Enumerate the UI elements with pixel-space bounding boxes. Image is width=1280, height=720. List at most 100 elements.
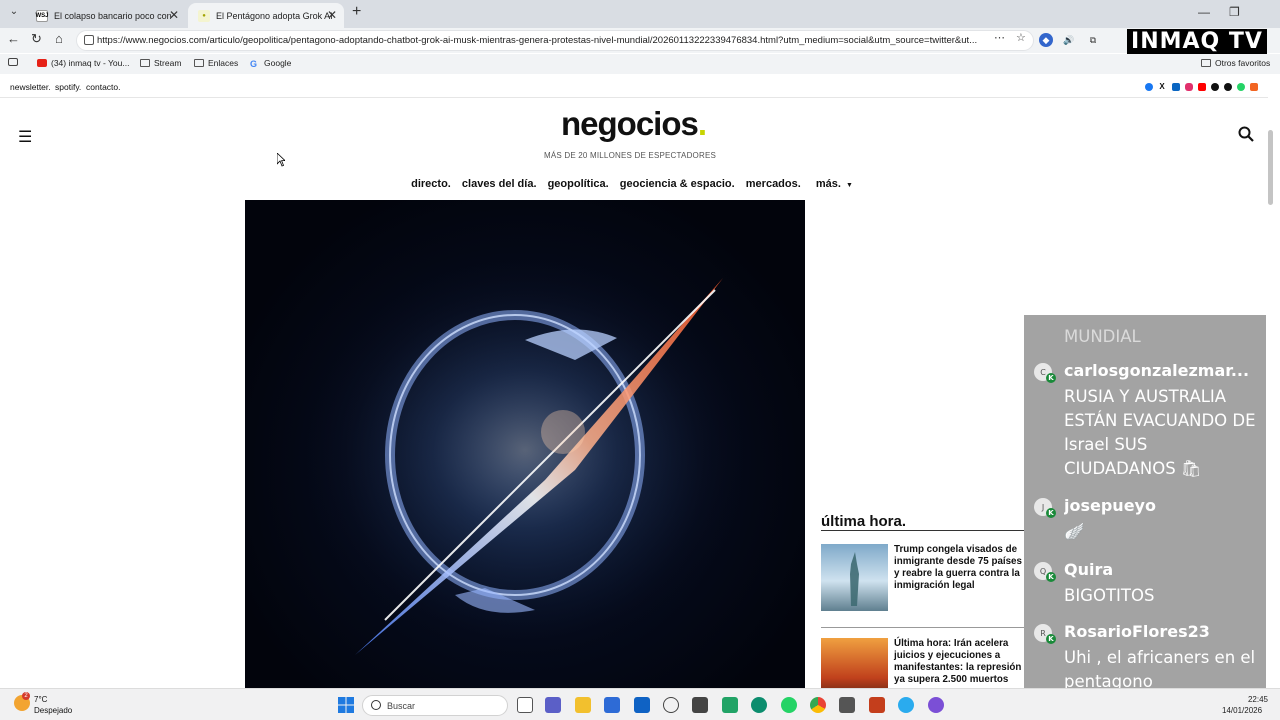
star-icon[interactable]: ☆ bbox=[1016, 31, 1026, 44]
bookmarks-bar: (34) inmaq tv - You... Stream Enlaces G … bbox=[0, 54, 1280, 74]
store-icon[interactable] bbox=[604, 697, 620, 713]
reload-icon[interactable]: ↻ bbox=[31, 31, 42, 47]
nav-mas[interactable]: más. ▼ bbox=[812, 178, 857, 190]
back-arrow-icon[interactable]: ← bbox=[7, 31, 20, 46]
linkedin-icon[interactable] bbox=[1172, 83, 1180, 91]
spotify-link[interactable]: spotify. bbox=[55, 82, 81, 92]
live-chat-overlay: MUNDIAL C K carlosgonzalezmar... RUSIA Y… bbox=[1024, 315, 1266, 688]
app-icon[interactable] bbox=[722, 697, 738, 713]
nav-directo[interactable]: directo. bbox=[411, 178, 451, 190]
bookmarks-apps-icon[interactable] bbox=[8, 58, 18, 66]
chat-text: Uhi , el africaners en el pentagono bbox=[1064, 648, 1256, 688]
bookmark-youtube[interactable]: (34) inmaq tv - You... bbox=[37, 58, 129, 68]
app-icon[interactable] bbox=[839, 697, 855, 713]
speaker-icon[interactable]: 🔊 bbox=[1062, 33, 1076, 47]
bookmark-stream[interactable]: Stream bbox=[140, 58, 181, 68]
tab-search-button[interactable]: ⌄ bbox=[6, 6, 22, 22]
tab-title: El Pentágono adopta Grok AI de M bbox=[216, 10, 334, 21]
site-tagline: MÁS DE 20 MILLONES DE ESPECTADORES bbox=[543, 151, 717, 160]
folder-icon bbox=[140, 59, 150, 67]
verified-badge-icon: K bbox=[1046, 572, 1056, 582]
nav-claves-del-dia[interactable]: claves del día. bbox=[462, 178, 537, 190]
news-headline[interactable]: Última hora: Irán acelera juicios y ejec… bbox=[894, 638, 1026, 686]
news-headline[interactable]: Trump congela visados de inmigrante desd… bbox=[894, 544, 1026, 592]
tiktok-icon[interactable] bbox=[1211, 83, 1219, 91]
chrome-icon[interactable] bbox=[810, 697, 826, 713]
new-tab-button[interactable]: + bbox=[352, 3, 361, 21]
weather-temperature[interactable]: 7°C bbox=[34, 695, 47, 704]
logo-word: negocios bbox=[561, 105, 699, 142]
logo-dot: . bbox=[697, 105, 707, 142]
nav-geopolitica[interactable]: geopolítica. bbox=[548, 178, 609, 190]
tab-strip: ⌄ WSJ El colapso bancario poco conocido … bbox=[0, 0, 1280, 28]
newsletter-link[interactable]: newsletter. bbox=[10, 82, 51, 92]
minimize-icon[interactable]: — bbox=[1198, 5, 1210, 19]
page-scrollbar-thumb[interactable] bbox=[1268, 130, 1273, 205]
grok-logo-artwork bbox=[295, 250, 755, 655]
site-logo[interactable]: negocios. bbox=[561, 105, 707, 143]
bookmark-google[interactable]: G Google bbox=[250, 58, 291, 69]
task-view-icon[interactable] bbox=[517, 697, 533, 713]
edge-icon[interactable] bbox=[751, 697, 767, 713]
grok-favicon: ● bbox=[198, 9, 210, 22]
whatsapp-icon[interactable] bbox=[781, 697, 797, 713]
app-icon[interactable] bbox=[692, 697, 708, 713]
teams-icon[interactable] bbox=[545, 697, 561, 713]
app-icon[interactable] bbox=[928, 697, 944, 713]
news-divider bbox=[821, 627, 1024, 628]
bookmark-enlaces[interactable]: Enlaces bbox=[194, 58, 238, 68]
telegram-icon[interactable] bbox=[898, 697, 914, 713]
article-hero-image bbox=[245, 200, 805, 688]
close-tab-icon[interactable]: ✕ bbox=[327, 8, 337, 22]
chat-username: carlosgonzalezmar... bbox=[1064, 361, 1250, 380]
news-item[interactable]: Trump congela visados de inmigrante desd… bbox=[821, 544, 1024, 614]
extension-icon[interactable]: ◆ bbox=[1039, 33, 1053, 47]
chat-username: josepueyo bbox=[1064, 496, 1156, 515]
contacto-link[interactable]: contacto. bbox=[86, 82, 121, 92]
weather-description[interactable]: Despejado bbox=[34, 706, 72, 715]
outlook-icon[interactable] bbox=[634, 697, 650, 713]
bookmark-label: (34) inmaq tv - You... bbox=[51, 58, 130, 68]
hamburger-menu-icon[interactable]: ☰ bbox=[18, 127, 32, 147]
iran-protest-thumbnail[interactable] bbox=[821, 638, 888, 688]
search-placeholder: Buscar bbox=[387, 700, 416, 711]
rss-icon[interactable] bbox=[1250, 83, 1258, 91]
x-twitter-icon[interactable]: X bbox=[1158, 83, 1166, 91]
file-explorer-icon[interactable] bbox=[575, 697, 591, 713]
whatsapp-icon[interactable] bbox=[1237, 83, 1245, 91]
home-icon[interactable]: ⌂ bbox=[55, 31, 63, 46]
nav-mercados[interactable]: mercados. bbox=[746, 178, 801, 190]
app-icon[interactable] bbox=[663, 697, 679, 713]
more-info-icon[interactable]: ⋯ bbox=[994, 31, 1005, 44]
clock-date[interactable]: 14/01/2026 bbox=[1222, 706, 1262, 715]
chat-text: RUSIA Y AUSTRALIA ESTÁN EVACUANDO DE Isr… bbox=[1064, 387, 1256, 478]
chat-text: BIGOTITOS bbox=[1064, 586, 1155, 605]
taskbar-search[interactable]: Buscar bbox=[362, 695, 508, 716]
clock-time[interactable]: 22:45 bbox=[1246, 695, 1268, 704]
close-tab-icon[interactable]: ✕ bbox=[169, 8, 179, 22]
windows-start-icon[interactable] bbox=[338, 697, 354, 713]
site-info-icon[interactable] bbox=[84, 35, 94, 45]
folder-icon bbox=[194, 59, 204, 67]
threads-icon[interactable] bbox=[1224, 83, 1232, 91]
statue-of-liberty-thumbnail[interactable] bbox=[821, 544, 888, 611]
instagram-icon[interactable] bbox=[1185, 83, 1193, 91]
verified-badge-icon: K bbox=[1046, 373, 1056, 383]
news-item[interactable]: Última hora: Irán acelera juicios y ejec… bbox=[821, 638, 1024, 688]
nav-geociencia-espacio[interactable]: geociencia & espacio. bbox=[620, 178, 735, 190]
powerpoint-icon[interactable] bbox=[869, 697, 885, 713]
address-bar[interactable]: https://www.negocios.com/articulo/geopol… bbox=[76, 30, 1034, 51]
other-favorites[interactable]: Otros favoritos bbox=[1201, 58, 1270, 68]
youtube-social-icon[interactable] bbox=[1198, 83, 1206, 91]
main-nav: directo. claves del día. geopolítica. ge… bbox=[0, 178, 1268, 190]
facebook-icon[interactable] bbox=[1145, 83, 1153, 91]
mouse-cursor-icon bbox=[277, 153, 285, 167]
tab-wsj[interactable]: WSJ El colapso bancario poco conocido ✕ bbox=[26, 3, 186, 28]
site-topbar: newsletter. spotify. contacto. X bbox=[0, 75, 1268, 98]
chat-text: 🪽 bbox=[1064, 522, 1085, 541]
search-icon[interactable] bbox=[1237, 125, 1255, 143]
maximize-icon[interactable]: ❐ bbox=[1229, 5, 1240, 19]
browser-toolbar: ← ↻ ⌂ https://www.negocios.com/articulo/… bbox=[0, 28, 1280, 53]
puzzle-icon[interactable]: ⧉ bbox=[1086, 33, 1100, 47]
tab-pentagono[interactable]: ● El Pentágono adopta Grok AI de M ✕ bbox=[188, 3, 344, 28]
